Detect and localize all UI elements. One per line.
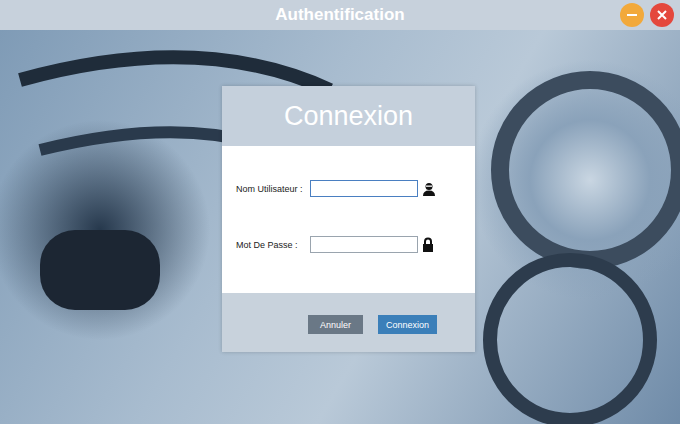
title-bar: Authentification bbox=[0, 0, 680, 30]
close-icon[interactable] bbox=[650, 3, 674, 27]
lock-icon bbox=[418, 237, 434, 252]
cancel-button[interactable]: Annuler bbox=[308, 315, 363, 334]
window-title: Authentification bbox=[275, 5, 404, 25]
password-input[interactable] bbox=[310, 236, 418, 253]
login-button[interactable]: Connexion bbox=[378, 315, 437, 334]
field-label: Nom Utilisateur : bbox=[236, 184, 310, 194]
username-input[interactable] bbox=[310, 180, 418, 197]
form-row: Nom Utilisateur : bbox=[236, 180, 475, 197]
field-label: Mot De Passe : bbox=[236, 240, 310, 250]
user-icon bbox=[418, 182, 436, 196]
login-dialog: Connexion Nom Utilisateur : Mot De Passe … bbox=[222, 86, 475, 352]
form-row: Mot De Passe : bbox=[236, 236, 475, 253]
background: Connexion Nom Utilisateur : Mot De Passe … bbox=[0, 30, 680, 424]
dialog-title: Connexion bbox=[284, 101, 413, 132]
minimize-icon[interactable] bbox=[620, 3, 644, 27]
